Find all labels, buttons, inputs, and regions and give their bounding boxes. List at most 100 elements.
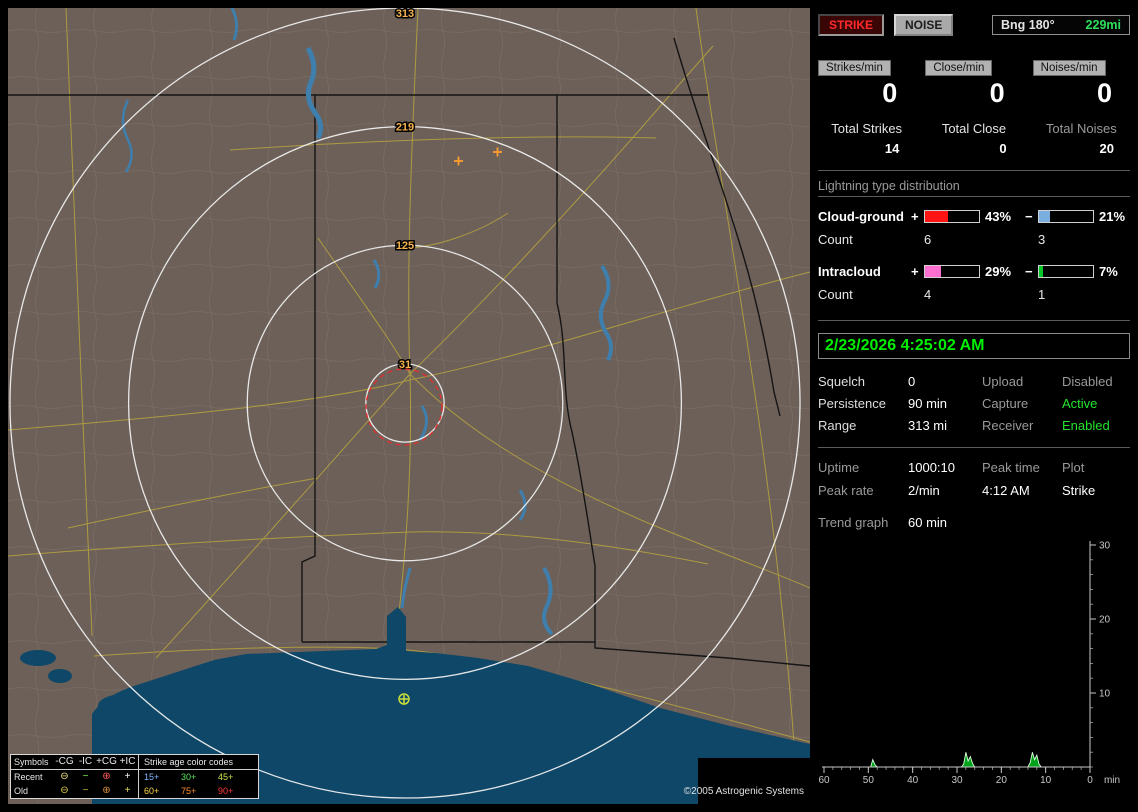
svg-text:20: 20 xyxy=(996,775,1008,786)
receiver-value: Enabled xyxy=(1062,418,1110,433)
count-label: Count xyxy=(818,232,853,247)
plus-sign: + xyxy=(911,208,919,224)
total-strikes-label: Total Strikes xyxy=(831,121,903,136)
intracloud-count-row: Count 4 1 xyxy=(818,283,1130,306)
age-30: 30+ xyxy=(181,772,197,782)
cg-minus-bar xyxy=(1038,209,1094,223)
legend-col-pos-ic: +IC xyxy=(119,756,136,767)
cloud-ground-count-row: Count 6 3 xyxy=(818,228,1130,251)
svg-text:313: 313 xyxy=(396,8,414,20)
pos-ic-recent-icon: + xyxy=(124,771,131,782)
uptime-label: Uptime xyxy=(818,460,860,475)
cg-minus-pct: 21% xyxy=(1099,208,1126,224)
total-noises-label: Total Noises xyxy=(1045,121,1117,136)
trend-graph-value: 60 min xyxy=(908,515,948,530)
total-close-label: Total Close xyxy=(941,121,1007,136)
divider xyxy=(818,320,1130,321)
trend-graph-label: Trend graph xyxy=(818,515,889,530)
noise-mode-button[interactable]: NOISE xyxy=(894,14,954,36)
plot-label: Plot xyxy=(1062,460,1085,475)
squelch-label: Squelch xyxy=(818,374,865,389)
svg-text:125: 125 xyxy=(396,240,414,252)
strikes-per-min-label: Strikes/min xyxy=(818,60,891,76)
bearing-value: Bng 180° xyxy=(1001,18,1055,32)
svg-text:20: 20 xyxy=(1099,615,1111,626)
noises-per-min-label: Noises/min xyxy=(1032,60,1106,76)
svg-text:30: 30 xyxy=(1099,541,1111,552)
bearing-readout: Bng 180° 229mi xyxy=(992,15,1130,35)
age-90: 90+ xyxy=(218,786,234,796)
svg-text:min: min xyxy=(1104,775,1120,786)
upload-value: Disabled xyxy=(1062,374,1113,389)
svg-text:60: 60 xyxy=(818,775,830,786)
age-45: 45+ xyxy=(218,772,234,782)
settings-grid: Squelch 0 Upload Disabled Persistence 90… xyxy=(818,374,1130,433)
minus-sign: − xyxy=(1025,263,1033,279)
trend-graph: 10 20 30 60 50 40 30 20 10 0 min xyxy=(818,541,1120,787)
copyright-backdrop xyxy=(698,758,810,804)
intracloud-label: Intracloud xyxy=(818,263,881,279)
svg-text:0: 0 xyxy=(1087,775,1093,786)
peak-time-label: Peak time xyxy=(982,460,1040,475)
svg-text:50: 50 xyxy=(863,775,875,786)
cg-plus-pct: 43% xyxy=(985,208,1012,224)
copyright-text: ©2005 Astrogenic Systems xyxy=(683,786,804,797)
close-per-min-value: 0 xyxy=(989,78,1005,108)
legend-col-neg-cg: -CG xyxy=(55,756,74,767)
cg-minus-count: 3 xyxy=(1038,232,1046,247)
neg-cg-old-icon: ⊖ xyxy=(60,785,69,796)
age-75: 75+ xyxy=(181,786,197,796)
svg-text:219: 219 xyxy=(396,122,414,134)
legend-col-pos-cg: +CG xyxy=(96,756,117,767)
lightning-map[interactable]: 313 219 125 31 Symbols -CG -IC +CG +IC S… xyxy=(8,8,810,804)
cg-minus-bar-fill xyxy=(1039,210,1051,222)
peak-rate-value: 2/min xyxy=(908,483,940,498)
range-label: Range xyxy=(818,418,857,433)
pos-cg-old-icon: ⊕ xyxy=(102,785,111,796)
intracloud-row: Intracloud + 29% − 7% xyxy=(818,259,1130,283)
legend-row-recent: Recent xyxy=(14,772,43,782)
age-15: 15+ xyxy=(144,772,160,782)
squelch-value: 0 xyxy=(908,374,916,389)
strikes-per-min-value: 0 xyxy=(882,78,898,108)
cg-plus-bar xyxy=(924,209,980,223)
capture-label: Capture xyxy=(982,396,1029,411)
neg-ic-old-icon: − xyxy=(82,785,89,796)
receiver-label: Receiver xyxy=(982,418,1034,433)
pos-cg-recent-icon: ⊕ xyxy=(102,771,111,782)
app-window: 313 219 125 31 Symbols -CG -IC +CG +IC S… xyxy=(0,0,1138,812)
count-label: Count xyxy=(818,287,853,302)
neg-ic-recent-icon: − xyxy=(82,771,89,782)
ic-minus-bar-fill xyxy=(1039,265,1043,277)
divider xyxy=(818,447,1130,448)
cloud-ground-label: Cloud-ground xyxy=(818,208,904,224)
legend-symbols-header: Symbols xyxy=(14,757,49,767)
ic-plus-bar xyxy=(924,264,980,278)
pos-ic-old-icon: + xyxy=(124,785,131,796)
svg-text:30: 30 xyxy=(951,775,963,786)
total-strikes-value: 14 xyxy=(884,141,900,156)
range-value: 313 mi xyxy=(908,418,948,433)
ic-plus-count: 4 xyxy=(924,287,932,302)
noises-per-min-value: 0 xyxy=(1096,78,1112,108)
bearing-distance: 229mi xyxy=(1085,18,1121,32)
divider xyxy=(818,170,1130,171)
peak-time-value: 4:12 AM xyxy=(982,483,1030,498)
total-close-value: 0 xyxy=(999,141,1007,156)
svg-text:10: 10 xyxy=(1099,689,1111,700)
ic-minus-bar xyxy=(1038,264,1094,278)
ic-minus-count: 1 xyxy=(1038,287,1046,302)
age-60: 60+ xyxy=(144,786,160,796)
legend-age-header: Strike age color codes xyxy=(144,757,234,767)
cloud-ground-row: Cloud-ground + 43% − 21% xyxy=(818,204,1130,228)
strike-mode-button[interactable]: STRIKE xyxy=(818,14,885,36)
plot-value: Strike xyxy=(1062,483,1096,498)
neg-cg-recent-icon: ⊖ xyxy=(60,771,69,782)
datetime-display: 2/23/2026 4:25:02 AM xyxy=(818,333,1130,359)
ic-minus-pct: 7% xyxy=(1099,263,1118,279)
status-panel: STRIKE NOISE Bng 180° 229mi Strikes/min … xyxy=(818,8,1130,804)
capture-value: Active xyxy=(1062,396,1098,411)
minus-sign: − xyxy=(1025,208,1033,224)
legend-row-old: Old xyxy=(14,786,29,796)
persistence-label: Persistence xyxy=(818,396,886,411)
